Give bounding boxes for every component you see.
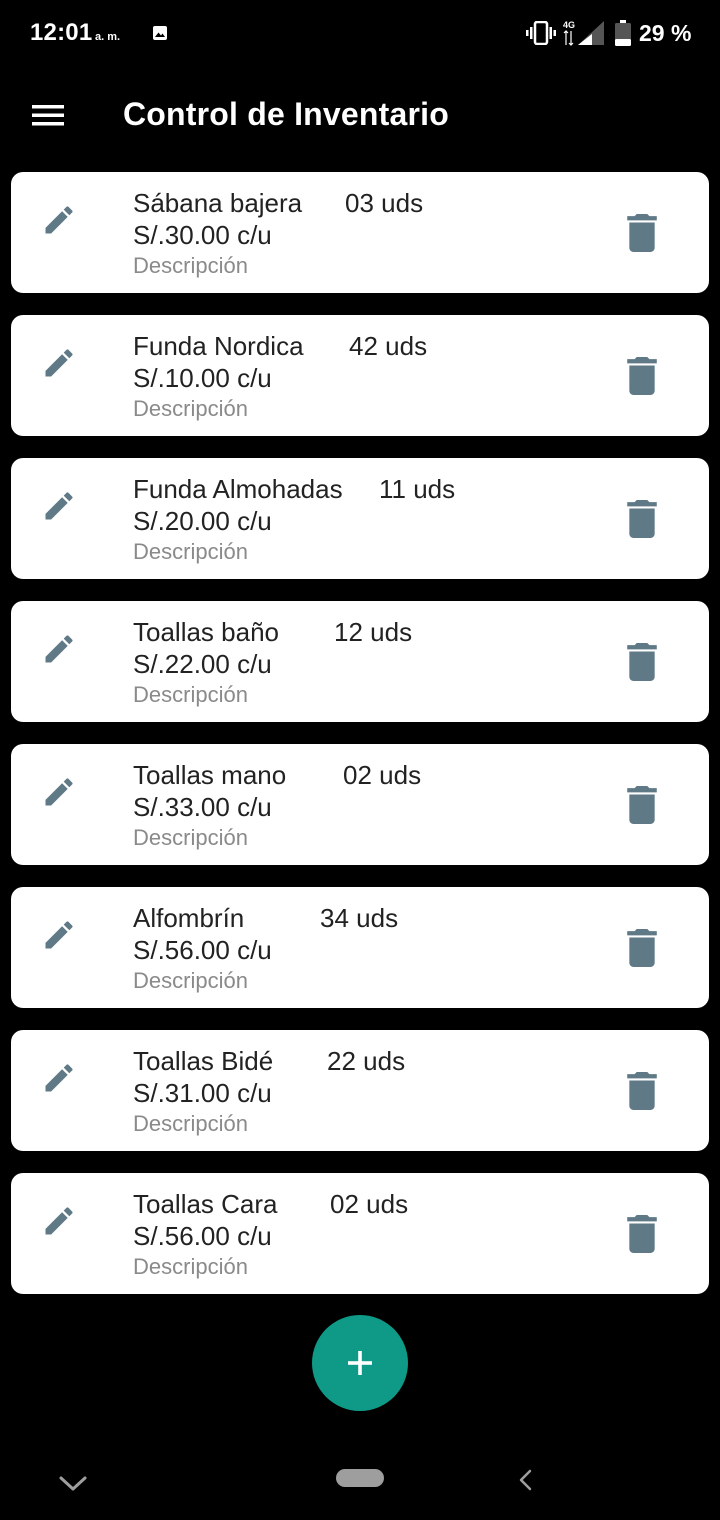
signal-4g-icon: 4G	[563, 20, 604, 46]
inventory-item-card[interactable]: Toallas baño 12 uds S/.22.00 c/u Descrip…	[11, 601, 709, 722]
plus-icon	[348, 1351, 372, 1375]
item-name: Toallas baño	[133, 617, 279, 647]
status-time: 12:01	[30, 19, 93, 46]
item-quantity: 02 uds	[343, 760, 422, 790]
trash-icon[interactable]	[625, 357, 659, 395]
inventory-item-card[interactable]: Sábana bajera 03 uds S/.30.00 c/u Descri…	[11, 172, 709, 293]
inventory-list: Sábana bajera 03 uds S/.30.00 c/u Descri…	[11, 172, 709, 1316]
item-description: Descripción	[133, 539, 248, 564]
item-quantity: 02 uds	[330, 1189, 409, 1219]
item-description: Descripción	[133, 1254, 248, 1279]
inventory-item-card[interactable]: Toallas mano 02 uds S/.33.00 c/u Descrip…	[11, 744, 709, 865]
item-name: Toallas Cara	[133, 1189, 278, 1219]
photo-notification-icon	[153, 26, 167, 40]
inventory-item-card[interactable]: Toallas Bidé 22 uds S/.31.00 c/u Descrip…	[11, 1030, 709, 1151]
network-label: 4G	[563, 20, 575, 30]
status-bar: 12:01 a. m. 4G 29 %	[0, 0, 720, 66]
item-price: S/.30.00 c/u	[133, 220, 272, 250]
hamburger-menu-icon[interactable]	[28, 99, 68, 131]
item-price: S/.20.00 c/u	[133, 506, 272, 536]
item-quantity: 12 uds	[334, 617, 413, 647]
trash-icon[interactable]	[625, 1215, 659, 1253]
inventory-item-card[interactable]: Funda Nordica 42 uds S/.10.00 c/u Descri…	[11, 315, 709, 436]
back-chevron-icon[interactable]	[516, 1468, 534, 1492]
app-bar: Control de Inventario	[0, 66, 720, 164]
item-quantity: 03 uds	[345, 188, 424, 218]
pencil-icon[interactable]	[41, 1060, 77, 1096]
item-description: Descripción	[133, 1111, 248, 1136]
trash-icon[interactable]	[625, 500, 659, 538]
inventory-item-card[interactable]: Alfombrín 34 uds S/.56.00 c/u Descripció…	[11, 887, 709, 1008]
item-name: Toallas mano	[133, 760, 287, 790]
item-description: Descripción	[133, 825, 248, 850]
pencil-icon[interactable]	[41, 917, 77, 953]
trash-icon[interactable]	[625, 786, 659, 824]
pencil-icon[interactable]	[41, 202, 77, 238]
inventory-item-card[interactable]: Funda Almohadas 11 uds S/.20.00 c/u Desc…	[11, 458, 709, 579]
chevron-down-icon[interactable]	[58, 1474, 88, 1494]
trash-icon[interactable]	[625, 929, 659, 967]
item-name: Sábana bajera	[133, 188, 303, 218]
system-nav-bar	[0, 1446, 720, 1520]
status-ampm: a. m.	[95, 31, 121, 43]
battery-icon	[615, 20, 631, 46]
item-description: Descripción	[133, 396, 248, 421]
item-name: Alfombrín	[133, 903, 245, 933]
page-title: Control de Inventario	[123, 96, 449, 132]
add-item-button[interactable]	[312, 1315, 408, 1411]
pencil-icon[interactable]	[41, 488, 77, 524]
item-quantity: 34 uds	[320, 903, 399, 933]
item-name: Funda Nordica	[133, 331, 304, 361]
item-description: Descripción	[133, 968, 248, 993]
vibrate-icon	[526, 21, 556, 45]
pencil-icon[interactable]	[41, 345, 77, 381]
inventory-item-card[interactable]: Toallas Cara 02 uds S/.56.00 c/u Descrip…	[11, 1173, 709, 1294]
item-price: S/.56.00 c/u	[133, 1221, 272, 1251]
pencil-icon[interactable]	[41, 631, 77, 667]
item-price: S/.33.00 c/u	[133, 792, 272, 822]
item-description: Descripción	[133, 682, 248, 707]
battery-percent: 29 %	[639, 20, 692, 46]
item-quantity: 11 uds	[379, 474, 456, 504]
item-price: S/.31.00 c/u	[133, 1078, 272, 1108]
item-name: Toallas Bidé	[133, 1046, 274, 1076]
trash-icon[interactable]	[625, 1072, 659, 1110]
item-price: S/.10.00 c/u	[133, 363, 272, 393]
item-price: S/.22.00 c/u	[133, 649, 272, 679]
item-price: S/.56.00 c/u	[133, 935, 272, 965]
pencil-icon[interactable]	[41, 774, 77, 810]
trash-icon[interactable]	[625, 214, 659, 252]
home-pill-button[interactable]	[336, 1469, 384, 1487]
item-quantity: 42 uds	[349, 331, 428, 361]
trash-icon[interactable]	[625, 643, 659, 681]
item-description: Descripción	[133, 253, 248, 278]
pencil-icon[interactable]	[41, 1203, 77, 1239]
item-quantity: 22 uds	[327, 1046, 406, 1076]
item-name: Funda Almohadas	[133, 474, 343, 504]
